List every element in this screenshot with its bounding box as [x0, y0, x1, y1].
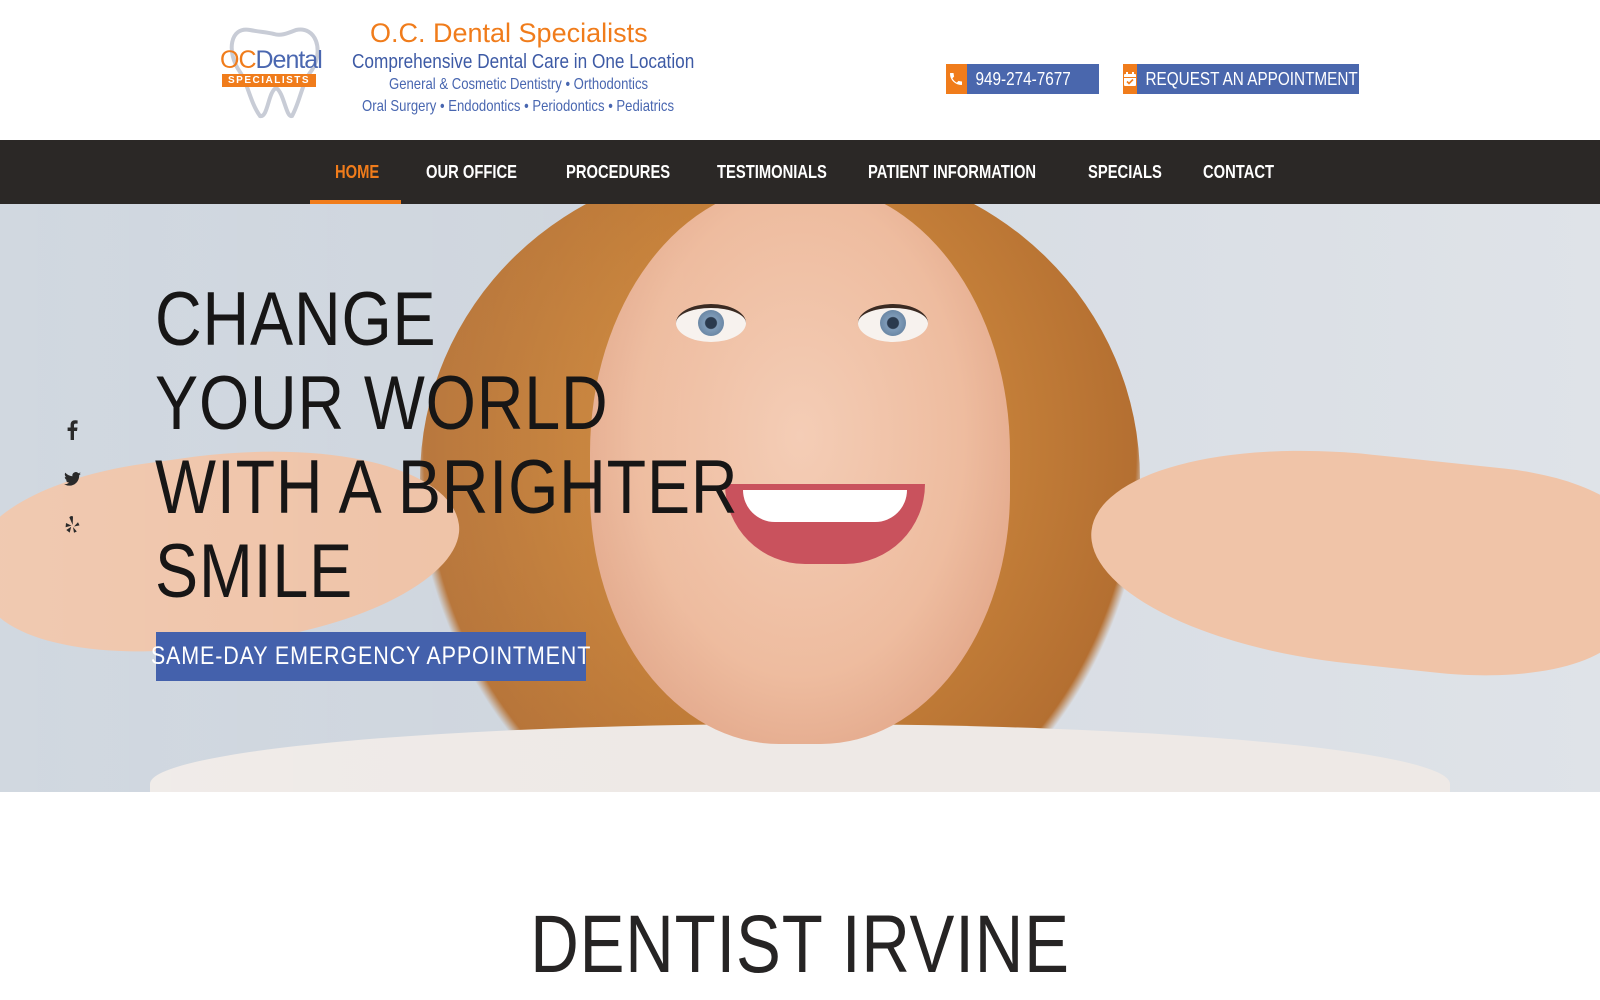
- brand-tagline: Comprehensive Dental Care in One Locatio…: [352, 51, 695, 73]
- nav-our-office[interactable]: OUR OFFICE: [426, 140, 517, 204]
- emergency-appointment-label: SAME-DAY EMERGENCY APPOINTMENT: [150, 642, 592, 670]
- request-appointment-button[interactable]: REQUEST AN APPOINTMENT!: [1123, 64, 1362, 94]
- yelp-icon[interactable]: [62, 516, 82, 540]
- main-nav: HOME OUR OFFICE PROCEDURES TESTIMONIALS …: [0, 140, 1600, 204]
- phone-icon: [946, 64, 967, 94]
- phone-button[interactable]: 949-274-7677: [946, 64, 1099, 94]
- services-line-1: General & Cosmetic Dentistry • Orthodont…: [389, 76, 649, 93]
- services-line-2: Oral Surgery • Endodontics • Periodontic…: [362, 98, 675, 115]
- calendar-icon: [1123, 64, 1137, 94]
- nav-home[interactable]: HOME: [335, 140, 379, 204]
- phone-number: 949-274-7677: [975, 68, 1071, 89]
- nav-patient-information[interactable]: PATIENT INFORMATION: [868, 140, 1036, 204]
- twitter-icon[interactable]: [62, 470, 82, 492]
- section-title-text: DENTIST IRVINE: [530, 899, 1070, 990]
- facebook-icon[interactable]: [62, 420, 82, 446]
- hero-heading-line: SMILE: [155, 529, 354, 614]
- hero-heading-line: WITH A BRIGHTER: [155, 445, 739, 530]
- logo-wordmark: OCDental: [220, 46, 323, 74]
- logo-badge: SPECIALISTS: [222, 74, 317, 87]
- hero-heading-line: YOUR WORLD: [155, 361, 609, 446]
- hero-heading-line: CHANGE: [155, 277, 437, 362]
- nav-procedures[interactable]: PROCEDURES: [566, 140, 670, 204]
- request-appointment-label: REQUEST AN APPOINTMENT!: [1145, 68, 1363, 89]
- nav-contact[interactable]: CONTACT: [1203, 140, 1274, 204]
- hero-heading: CHANGE YOUR WORLD WITH A BRIGHTER SMILE: [155, 278, 738, 614]
- brand-name: O.C. Dental Specialists: [370, 18, 648, 48]
- site-logo[interactable]: OCDental SPECIALISTS O.C. Dental Special…: [220, 18, 694, 123]
- site-header: OCDental SPECIALISTS O.C. Dental Special…: [0, 0, 1600, 140]
- nav-specials[interactable]: SPECIALS: [1088, 140, 1162, 204]
- section-title: DENTIST IRVINE: [0, 895, 1600, 995]
- emergency-appointment-button[interactable]: SAME-DAY EMERGENCY APPOINTMENT: [151, 632, 590, 681]
- nav-testimonials[interactable]: TESTIMONIALS: [717, 140, 827, 204]
